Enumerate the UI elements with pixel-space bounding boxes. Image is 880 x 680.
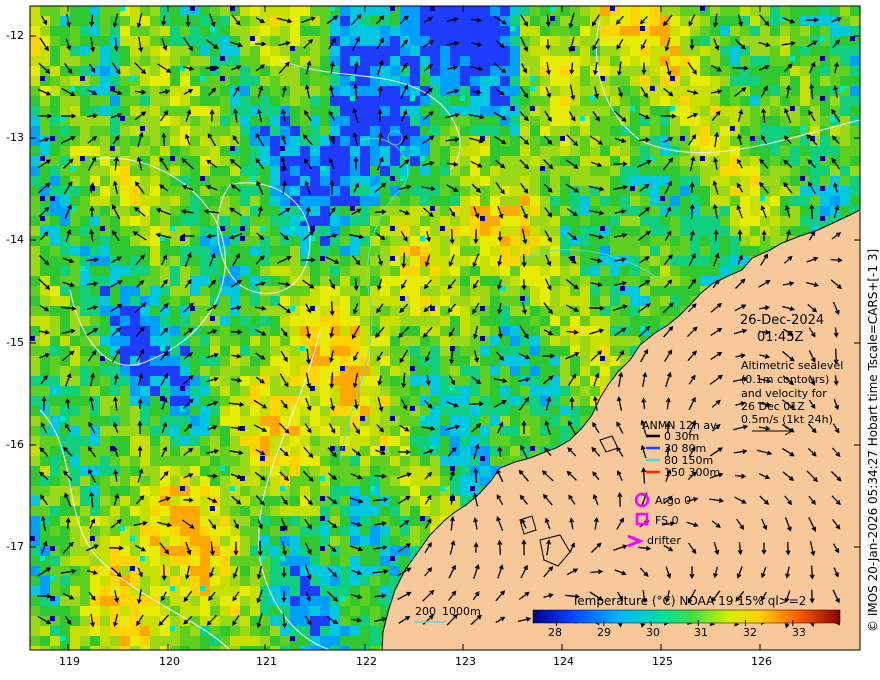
map-date: 26-Dec-2024 <box>740 313 825 328</box>
lat-tick-label: -16 <box>6 438 24 451</box>
bathymetry-label-1000: 1000m <box>442 605 481 618</box>
lat-tick-label: -17 <box>6 540 24 553</box>
lon-tick-label: 123 <box>455 655 476 668</box>
argo-label: Argo 0 <box>655 494 692 507</box>
lon-tick-label: 125 <box>652 655 673 668</box>
lon-tick-label: 121 <box>256 655 277 668</box>
colorbar-tick-label: 31 <box>694 626 708 639</box>
lon-tick-label: 119 <box>59 655 80 668</box>
altimetry-note-line: 0.5m/s (1kt 24h) <box>741 413 833 426</box>
altimetry-note-line: and velocity for <box>741 387 827 400</box>
lat-tick-label: -15 <box>6 336 24 349</box>
altimetry-note-line: (0.1m contours) <box>741 373 830 386</box>
map-figure <box>29 5 861 651</box>
colorbar <box>532 609 841 624</box>
altimetry-note-line: Altimetric sealevel <box>741 359 844 372</box>
lon-tick-label: 122 <box>356 655 377 668</box>
lon-tick-label: 120 <box>159 655 180 668</box>
lat-tick-label: -12 <box>6 29 24 42</box>
colorbar-tick-label: 33 <box>792 626 806 639</box>
lat-tick-label: -13 <box>6 131 24 144</box>
colorbar-tick-label: 29 <box>597 626 611 639</box>
map-time: 01:45Z <box>757 330 804 345</box>
fs-label: FS 0 <box>655 514 679 527</box>
lon-tick-label: 126 <box>751 655 772 668</box>
lat-tick-label: -14 <box>6 233 24 246</box>
credit-text: © IMOS 20-Jan-2026 05:34:27 Hobart time … <box>866 248 880 632</box>
colorbar-title: Temperature (°C) NOAA 19 15% ql>=2 <box>572 594 807 608</box>
colorbar-tick-label: 32 <box>743 626 757 639</box>
anmn-legend-label: 150 300m <box>664 466 721 479</box>
colorbar-tick-label: 28 <box>548 626 562 639</box>
altimetry-note-line: 26 Dec 01Z <box>741 400 805 413</box>
lon-tick-label: 124 <box>553 655 574 668</box>
colorbar-tick-label: 30 <box>646 626 660 639</box>
bathymetry-label-200: 200 <box>415 605 436 618</box>
drifter-label: drifter <box>647 534 681 547</box>
